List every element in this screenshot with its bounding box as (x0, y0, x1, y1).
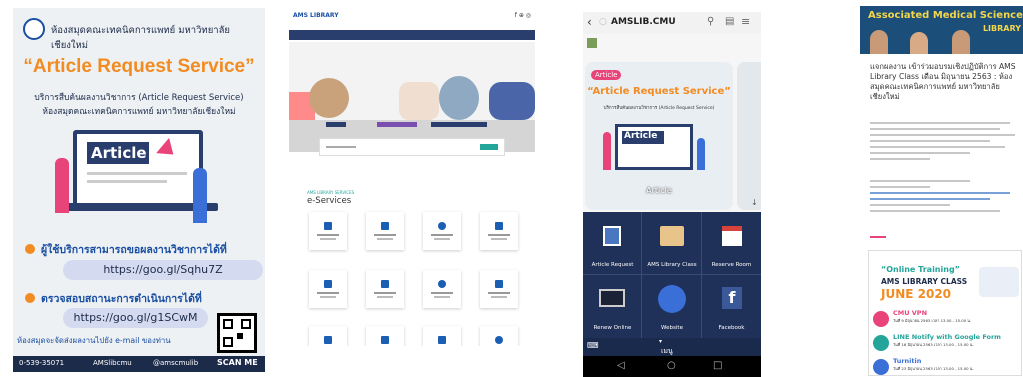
back-nav-icon[interactable]: ◁ (617, 360, 625, 371)
article-request-icon (603, 226, 621, 246)
poster-header: ห้องสมุดคณะเทคนิคการแพทย์ มหาวิทยาลัยเชี… (51, 25, 230, 51)
mobile-app-screen: ‹ ○ AMSLIB.CMU ⚲ ▤ ≡ Article “Article Re… (583, 12, 761, 377)
loading-icon: ○ (599, 17, 607, 27)
promo-top: “Online Training” (881, 265, 960, 274)
laptop-illustration: Article (73, 130, 203, 210)
poster-footer: 0-539-35071 AMSlibcmu @amscmulib SCAN ME (13, 356, 265, 372)
service-tile[interactable] (309, 212, 347, 250)
service-tile[interactable] (480, 326, 518, 346)
promo-month: JUNE 2020 (881, 287, 952, 301)
url-2-link[interactable]: https://goo.gl/g1SCwM (63, 308, 208, 328)
training-promo: “Online Training” AMS LIBRARY CLASS JUNE… (868, 250, 1022, 376)
search-icon[interactable]: ⚲ (707, 16, 714, 27)
bullet-icon (25, 293, 35, 303)
card-caption: Article (646, 186, 672, 195)
service-tile[interactable] (366, 212, 404, 250)
service-tile[interactable] (309, 270, 347, 308)
vpn-icon (873, 311, 889, 327)
menu-grid: Article Request AMS Library Class Reserv… (583, 212, 761, 338)
content-area: Article “Article Request Service” บริการ… (583, 34, 761, 212)
service-tile[interactable] (366, 326, 404, 346)
back-icon[interactable]: ‹ (587, 15, 592, 29)
tile-article-request[interactable]: Article Request (583, 212, 642, 275)
post-title: แจกผลงาน เข้าร่วมอบรมเชิงปฏิบัติการ AMS … (870, 62, 1016, 101)
blog-banner: Associated Medical Sciences LIBRARY (860, 6, 1023, 54)
delivery-note: ห้องสมุดจะจัดส่งผลงานไปยัง e-mail ของท่า… (17, 336, 171, 345)
facebook-icon: f (722, 287, 742, 309)
site-logo[interactable]: AMS LIBRARY (293, 12, 339, 19)
banner-title: Associated Medical Sciences (868, 10, 1023, 21)
line-notify-icon (873, 335, 889, 351)
tile-reserve-room[interactable]: Reserve Room (702, 212, 761, 275)
post-body (870, 122, 1018, 164)
url-1-link[interactable]: https://goo.gl/Sqhu7Z (63, 260, 263, 280)
service-tile[interactable] (423, 326, 461, 346)
post-links (870, 180, 1018, 216)
social-icons[interactable]: f ⊕ ◎ (515, 12, 531, 19)
monitor-icon (599, 289, 625, 307)
read-more-link[interactable] (870, 236, 886, 238)
bullet-2-text: ตรวจสอบสถานะการดำเนินการได้ที่ (41, 293, 202, 305)
services-small-label: AMS LIBRARY SERVICES (307, 190, 355, 195)
blog-post: Associated Medical Sciences LIBRARY แจกผ… (860, 6, 1023, 377)
calendar-icon (722, 226, 742, 246)
browser-bar: ‹ ○ AMSLIB.CMU ⚲ ▤ ≡ (583, 12, 761, 34)
service-tile[interactable] (423, 212, 461, 250)
article-request-poster: ห้องสมุดคณะเทคนิคการแพทย์ มหาวิทยาลัยเชี… (13, 8, 265, 372)
globe-icon (658, 285, 686, 313)
card-subtitle: บริการสืบค้นผลงานวิชาการ (Article Reques… (603, 106, 715, 111)
home-nav-icon[interactable]: ○ (667, 360, 676, 371)
cursor-icon (156, 137, 180, 163)
e-services-heading: e-Services (307, 196, 352, 206)
tile-library-class[interactable]: AMS Library Class (642, 212, 702, 275)
document-icon[interactable]: ▤ (725, 16, 734, 27)
article-card[interactable]: Article “Article Request Service” บริการ… (585, 62, 733, 210)
turnitin-icon (873, 359, 889, 375)
promo-mid: AMS LIBRARY CLASS (881, 277, 968, 286)
bullet-1-text: ผู้ใช้บริการสามารถขอผลงานวิชาการได้ที่ (41, 244, 227, 256)
card-illustration: Article (615, 124, 693, 170)
ams-logo-icon (23, 18, 45, 40)
nav-bar[interactable] (289, 30, 535, 40)
hamburger-menu-icon[interactable]: ≡ (741, 15, 750, 28)
next-card[interactable] (737, 62, 761, 210)
site-name: AMSLIB.CMU (611, 17, 676, 27)
search-bar[interactable] (319, 138, 505, 156)
service-tile[interactable] (366, 270, 404, 308)
recents-nav-icon[interactable]: □ (713, 360, 722, 371)
line-text: @amscmulib (153, 359, 199, 367)
banner-subtitle: LIBRARY (982, 24, 1021, 33)
card-title: “Article Request Service” (587, 86, 731, 97)
book-icon (660, 226, 684, 246)
poster-title: “Article Request Service” (23, 56, 255, 77)
scroll-down-icon[interactable]: ↓ (751, 198, 758, 207)
phone-text: 0-539-35071 (19, 359, 65, 367)
logo-icon (587, 38, 597, 48)
bottom-menu-bar[interactable]: ⌨ ▾ เมนู (583, 338, 761, 356)
poster-subtitle-1: บริการสืบค้นผลงานวิชาการ (Article Reques… (34, 93, 244, 103)
service-tile[interactable] (480, 270, 518, 308)
service-tile[interactable] (423, 270, 461, 308)
chevron-up-icon: ▾ (659, 338, 663, 345)
hero-banner (289, 42, 535, 120)
service-tile[interactable] (480, 212, 518, 250)
person-right-illustration (193, 168, 207, 223)
qr-code (217, 313, 257, 353)
tile-renew-online[interactable]: Renew Online (583, 275, 642, 338)
library-website: AMS LIBRARY f ⊕ ◎ AMS LIBRARY SERVICES e… (289, 12, 535, 346)
article-label: Article (87, 142, 149, 164)
promo-illustration (979, 267, 1019, 297)
scan-me-label: SCAN ME (217, 358, 258, 367)
search-button[interactable] (480, 144, 498, 150)
bullet-icon (25, 244, 35, 254)
poster-subtitle-2: ห้องสมุดคณะเทคนิคการแพทย์ มหาวิทยาลัยเชี… (42, 107, 236, 117)
article-tag: Article (591, 70, 622, 80)
service-tile[interactable] (309, 326, 347, 346)
tile-website[interactable]: Website (642, 275, 702, 338)
android-nav-bar: ◁ ○ □ (583, 356, 761, 377)
facebook-text: AMSlibcmu (93, 359, 132, 367)
keyboard-icon[interactable]: ⌨ (587, 341, 599, 350)
person-left-illustration (55, 158, 69, 213)
tile-facebook[interactable]: f Facebook (702, 275, 761, 338)
